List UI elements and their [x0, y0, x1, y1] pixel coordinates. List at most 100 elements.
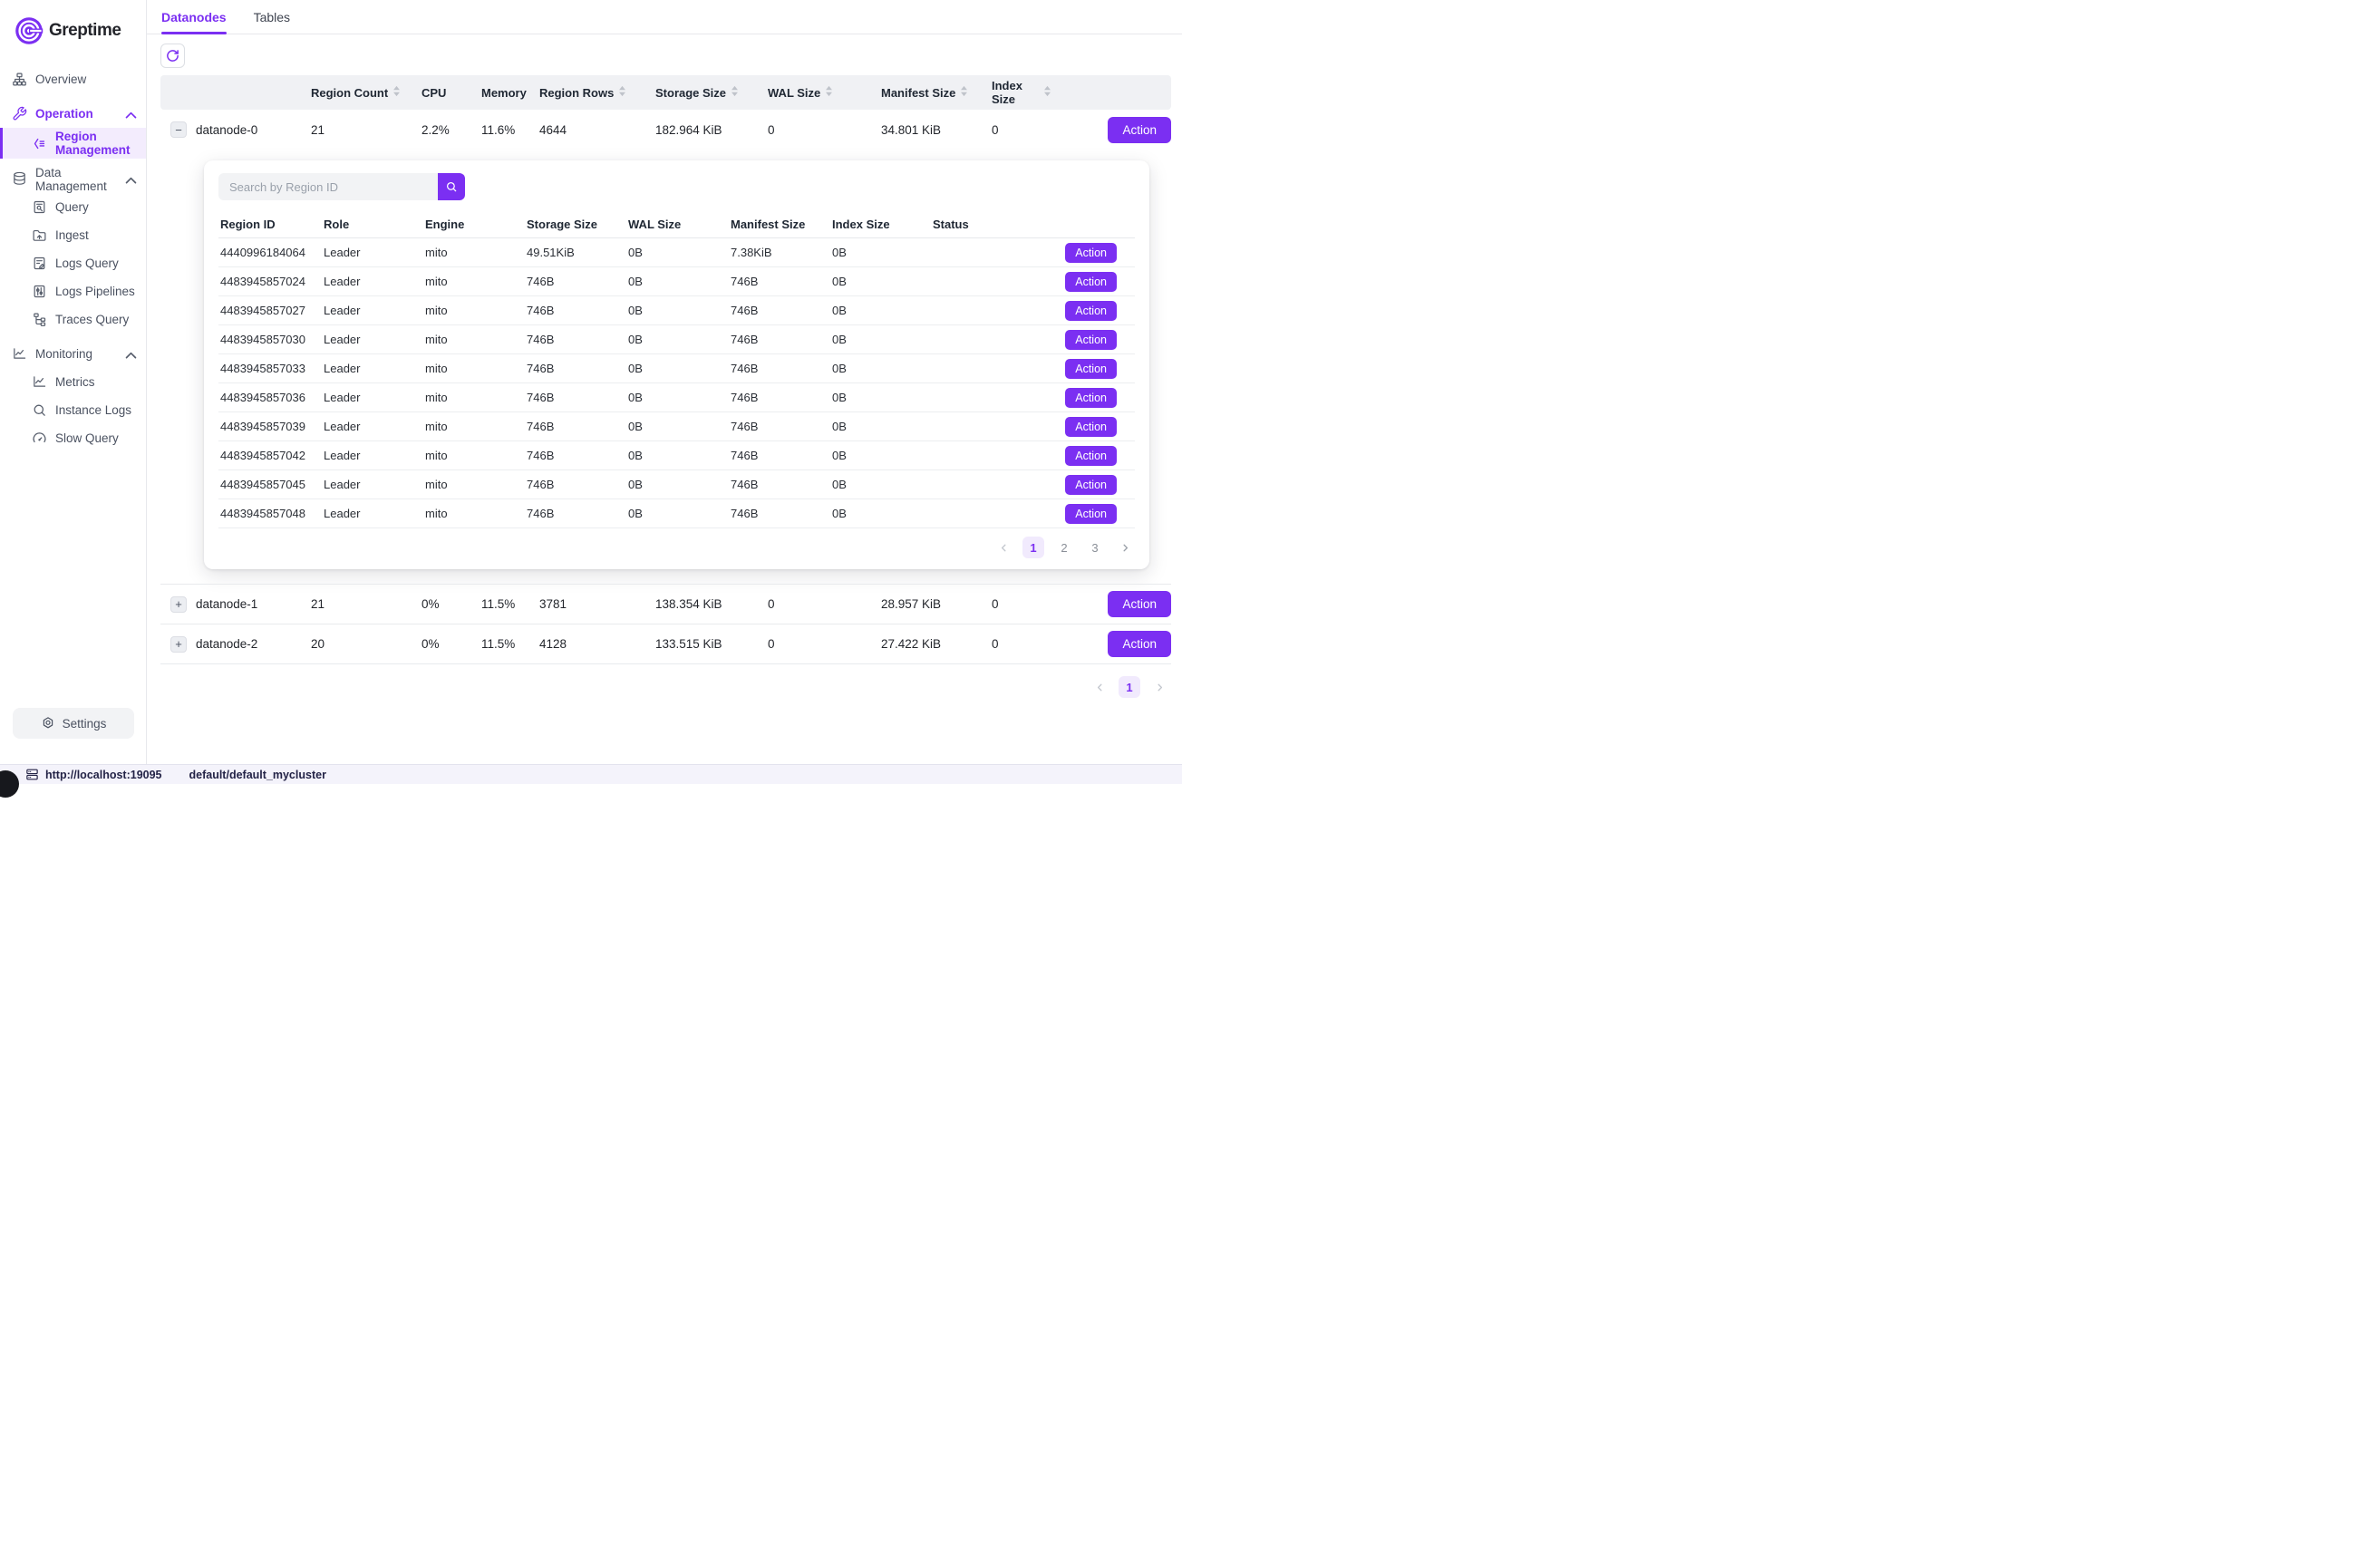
cell-region-id: 4483945857027 — [220, 304, 324, 317]
tab-bar: Datanodes Tables — [147, 0, 1182, 34]
database-icon — [12, 171, 27, 187]
cell-wal-size: 0 — [768, 123, 881, 137]
cell-region-rows: 4128 — [539, 637, 655, 651]
cell-index-size: 0 — [992, 123, 1051, 137]
sidebar-item-slow-query[interactable]: Slow Query — [0, 424, 146, 452]
sidebar-section-monitoring[interactable]: Monitoring — [0, 340, 146, 368]
prev-page-icon[interactable] — [1090, 677, 1109, 697]
sidebar-item-query[interactable]: Query — [0, 193, 146, 221]
action-button[interactable]: Action — [1065, 446, 1117, 466]
expand-button[interactable]: + — [170, 596, 187, 613]
col-header-region-id: Region ID — [220, 218, 324, 231]
action-button[interactable]: Action — [1065, 243, 1117, 263]
cell-wal-size: 0B — [628, 478, 731, 491]
cell-memory: 11.5% — [481, 637, 539, 651]
sitemap-icon — [12, 72, 27, 87]
sidebar-item-overview[interactable]: Overview — [0, 65, 146, 93]
expand-button[interactable]: + — [170, 636, 187, 653]
page-1[interactable]: 1 — [1119, 676, 1140, 698]
page-1[interactable]: 1 — [1022, 537, 1044, 558]
col-label: Manifest Size — [881, 86, 955, 100]
action-button[interactable]: Action — [1065, 504, 1117, 524]
cell-index-size: 0B — [832, 391, 933, 404]
cell-wal-size: 0B — [628, 391, 731, 404]
cell-index-size: 0B — [832, 246, 933, 259]
region-pagination: 1 2 3 — [218, 537, 1135, 558]
cell-engine: mito — [425, 478, 527, 491]
server-url-chip[interactable]: http://localhost:19095 — [25, 768, 162, 781]
settings-button[interactable]: Settings — [13, 708, 134, 739]
sidebar-section-data-management[interactable]: Data Management — [0, 165, 146, 193]
col-header-manifest-size[interactable]: Manifest Size — [881, 85, 992, 100]
action-button[interactable]: Action — [1065, 359, 1117, 379]
action-button[interactable]: Action — [1065, 301, 1117, 321]
cell-engine: mito — [425, 362, 527, 375]
action-button[interactable]: Action — [1065, 475, 1117, 495]
search-input[interactable] — [218, 173, 438, 200]
sidebar-item-label: Logs Query — [55, 256, 119, 270]
page-3[interactable]: 3 — [1084, 537, 1106, 558]
col-header-wal-size[interactable]: WAL Size — [768, 85, 881, 100]
region-row: 4483945857048 Leader mito 746B 0B 746B 0… — [218, 499, 1135, 528]
col-header-region-count[interactable]: Region Count — [311, 85, 421, 100]
next-page-icon[interactable] — [1115, 537, 1135, 557]
cell-manifest-size: 34.801 KiB — [881, 123, 992, 137]
search-button[interactable] — [438, 173, 465, 200]
col-header-region-rows[interactable]: Region Rows — [539, 85, 655, 100]
cell-engine: mito — [425, 449, 527, 462]
prev-page-icon[interactable] — [993, 537, 1013, 557]
sort-icon — [731, 85, 739, 100]
chart-line-icon — [32, 374, 47, 390]
refresh-button[interactable] — [160, 44, 185, 68]
server-icon — [25, 768, 39, 781]
cell-index-size: 0B — [832, 275, 933, 288]
col-header-status: Status — [933, 218, 1023, 231]
cell-storage-size: 133.515 KiB — [655, 637, 768, 651]
region-row: 4483945857033 Leader mito 746B 0B 746B 0… — [218, 354, 1135, 383]
sidebar-section-operation[interactable]: Operation — [0, 100, 146, 128]
action-button[interactable]: Action — [1065, 272, 1117, 292]
action-button[interactable]: Action — [1065, 330, 1117, 350]
sidebar-item-ingest[interactable]: Ingest — [0, 221, 146, 249]
cell-wal-size: 0B — [628, 333, 731, 346]
cell-manifest-size: 28.957 KiB — [881, 597, 992, 611]
sidebar-item-logs-query[interactable]: Logs Query — [0, 249, 146, 277]
action-button[interactable]: Action — [1108, 591, 1171, 617]
col-label: Storage Size — [655, 86, 726, 100]
cell-engine: mito — [425, 507, 527, 520]
cell-wal-size: 0B — [628, 507, 731, 520]
cell-wal-size: 0B — [628, 362, 731, 375]
action-button[interactable]: Action — [1065, 417, 1117, 437]
next-page-icon[interactable] — [1149, 677, 1169, 697]
action-button[interactable]: Action — [1108, 117, 1171, 143]
folder-input-icon — [32, 227, 47, 243]
sort-icon — [392, 85, 401, 100]
table-row-datanode-0: − datanode-0 21 2.2% 11.6% 4644 182.964 … — [160, 110, 1171, 150]
cell-storage-size: 746B — [527, 507, 628, 520]
cell-manifest-size: 746B — [731, 478, 832, 491]
cell-manifest-size: 746B — [731, 304, 832, 317]
tab-tables[interactable]: Tables — [254, 0, 290, 34]
sidebar-item-region-management[interactable]: Region Management — [0, 128, 146, 159]
cell-index-size: 0B — [832, 478, 933, 491]
cell-storage-size: 746B — [527, 449, 628, 462]
cell-manifest-size: 746B — [731, 449, 832, 462]
action-button[interactable]: Action — [1108, 631, 1171, 657]
datanodes-pagination: 1 — [160, 676, 1171, 698]
cell-wal-size: 0B — [628, 246, 731, 259]
cluster-name[interactable]: default/default_mycluster — [189, 769, 326, 781]
col-header-storage-size[interactable]: Storage Size — [655, 85, 768, 100]
col-header-index-size[interactable]: Index Size — [992, 79, 1051, 106]
page-2[interactable]: 2 — [1053, 537, 1075, 558]
action-button[interactable]: Action — [1065, 388, 1117, 408]
col-label: Memory — [481, 86, 527, 100]
sidebar-item-instance-logs[interactable]: Instance Logs — [0, 396, 146, 424]
tab-datanodes[interactable]: Datanodes — [161, 0, 227, 34]
cell-storage-size: 746B — [527, 391, 628, 404]
main-content: Datanodes Tables Region Count CPU Memory — [147, 0, 1182, 764]
sidebar-item-traces-query[interactable]: Traces Query — [0, 305, 146, 334]
cell-index-size: 0 — [992, 597, 1051, 611]
sidebar-item-metrics[interactable]: Metrics — [0, 368, 146, 396]
collapse-button[interactable]: − — [170, 121, 187, 138]
sidebar-item-logs-pipelines[interactable]: Logs Pipelines — [0, 277, 146, 305]
